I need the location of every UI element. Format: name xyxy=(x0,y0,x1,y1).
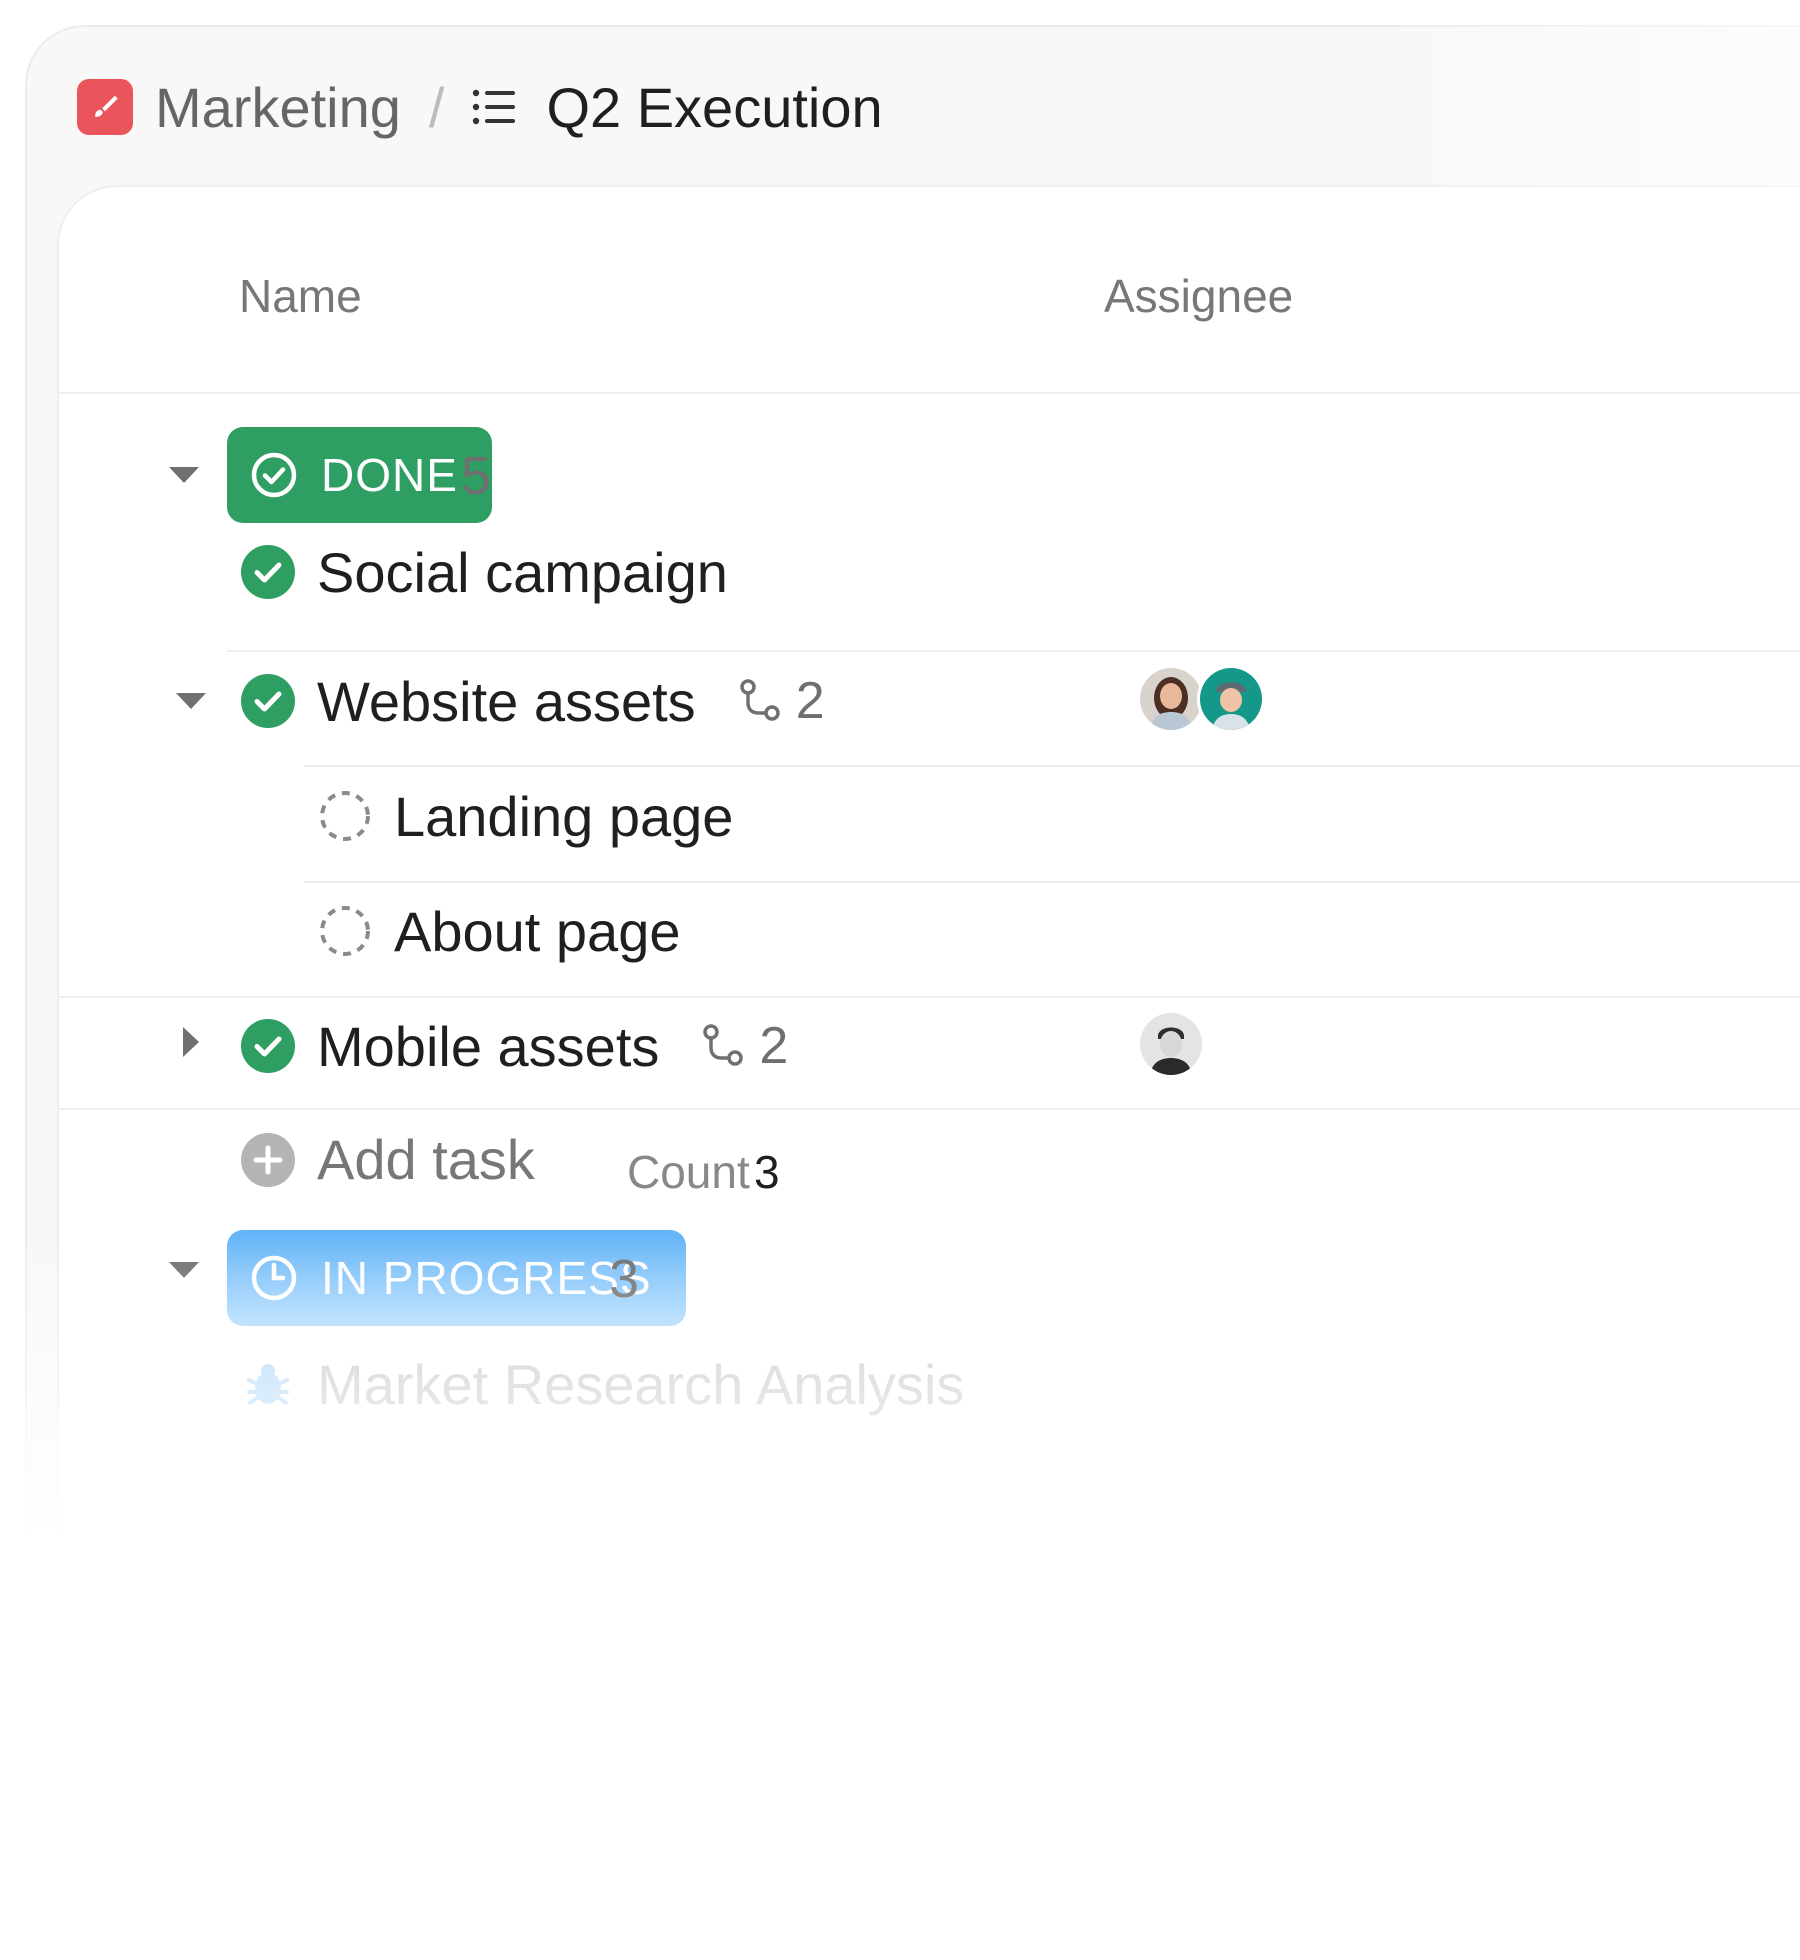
column-header-name[interactable]: Name xyxy=(239,269,362,323)
clock-icon xyxy=(251,1255,297,1301)
status-badge-done[interactable]: DONE xyxy=(227,427,492,523)
breadcrumb: Marketing / Q2 Execution xyxy=(77,72,883,142)
task-row[interactable]: Social campaign xyxy=(241,532,728,612)
add-task-label: Add task xyxy=(317,1128,535,1191)
task-name[interactable]: Market Research Analysis xyxy=(317,1352,964,1417)
list-icon xyxy=(472,82,522,132)
status-badge-label: DONE xyxy=(321,449,458,501)
subtask-row[interactable]: Landing page xyxy=(318,776,733,856)
check-circle-icon[interactable] xyxy=(241,1019,295,1073)
task-name[interactable]: Landing page xyxy=(394,784,733,849)
check-circle-icon[interactable] xyxy=(241,545,295,599)
task-name[interactable]: Social campaign xyxy=(317,540,728,605)
row-divider xyxy=(304,765,1800,767)
row-divider xyxy=(227,650,1800,652)
app-window: Marketing / Q2 Execution Name Assignee D… xyxy=(25,25,1800,1789)
task-list-panel: Name Assignee DONE 5 Social campaign Web… xyxy=(57,185,1800,1787)
count-label: Count xyxy=(627,1146,750,1198)
count-value: 3 xyxy=(754,1146,780,1198)
task-row[interactable]: Website assets 2 xyxy=(241,661,825,741)
status-badge-label: IN PROGRESS xyxy=(321,1252,652,1304)
dashed-circle-icon[interactable] xyxy=(318,904,372,958)
plus-circle-icon xyxy=(241,1132,295,1187)
subtask-icon xyxy=(739,679,780,721)
task-name[interactable]: About page xyxy=(394,899,680,964)
subtask-icon xyxy=(703,1024,744,1066)
collapse-caret-icon[interactable] xyxy=(164,1250,204,1290)
subtask-count-value: 2 xyxy=(759,1017,789,1075)
collapse-caret-icon[interactable] xyxy=(164,455,204,495)
subtask-count[interactable]: 2 xyxy=(738,671,825,731)
header-divider xyxy=(59,392,1800,394)
breadcrumb-space[interactable]: Marketing xyxy=(155,75,401,140)
assignee-avatars[interactable] xyxy=(1137,665,1265,733)
expand-caret-icon[interactable] xyxy=(171,1022,211,1062)
subtask-count-value: 2 xyxy=(795,672,825,730)
add-task-button[interactable]: Add task xyxy=(241,1127,535,1192)
row-divider xyxy=(304,881,1800,883)
paintbrush-icon[interactable] xyxy=(77,79,133,135)
collapse-caret-icon[interactable] xyxy=(171,681,211,721)
task-row[interactable]: Mobile assets 2 xyxy=(241,1006,788,1086)
subtask-row[interactable]: About page xyxy=(318,891,680,971)
task-name[interactable]: Mobile assets xyxy=(317,1014,659,1079)
task-name[interactable]: Website assets xyxy=(317,669,696,734)
avatar[interactable] xyxy=(1137,665,1205,733)
row-divider xyxy=(59,996,1800,998)
assignee-avatars[interactable] xyxy=(1137,1010,1205,1078)
row-divider xyxy=(59,1108,1800,1110)
check-circle-icon[interactable] xyxy=(241,674,295,728)
breadcrumb-list[interactable]: Q2 Execution xyxy=(546,75,882,140)
group-count: 5 xyxy=(461,446,492,506)
column-header-assignee[interactable]: Assignee xyxy=(1104,269,1293,323)
task-row[interactable]: Market Research Analysis xyxy=(241,1352,964,1417)
bug-icon xyxy=(247,1363,289,1405)
avatar[interactable] xyxy=(1197,665,1265,733)
breadcrumb-separator: / xyxy=(428,75,445,139)
subtask-count[interactable]: 2 xyxy=(701,1016,788,1076)
group-count: 3 xyxy=(609,1249,640,1309)
check-circle-icon xyxy=(251,452,297,498)
avatar[interactable] xyxy=(1137,1010,1205,1078)
dashed-circle-icon[interactable] xyxy=(318,789,372,843)
